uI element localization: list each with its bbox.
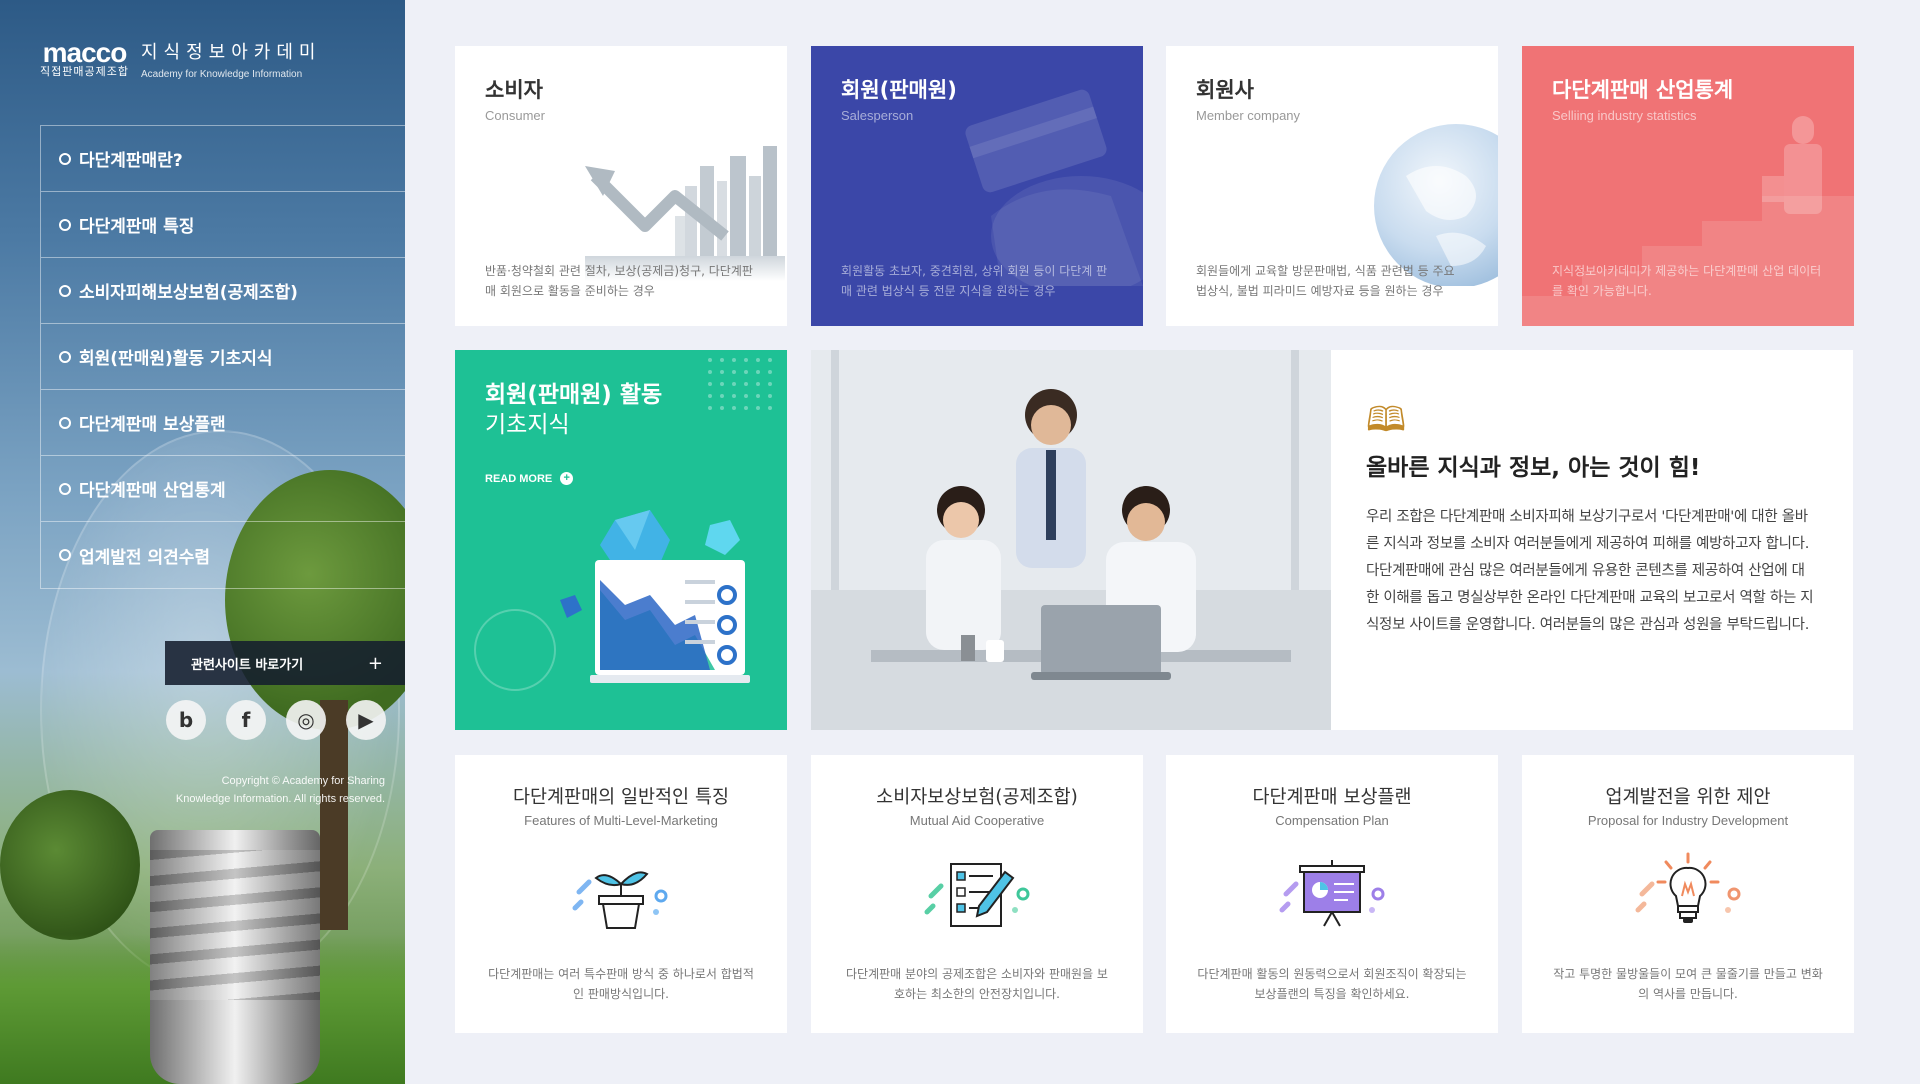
compensation-plan-card[interactable]: 다단계판매 보상플랜 Compensation Plan 다단계판매 활동의 원… <box>1166 755 1498 1033</box>
card-description: 다단계판매 활동의 원동력으로서 회원조직이 확장되는 보상플랜의 특징을 확인… <box>1197 967 1467 1001</box>
card-title: 회원사 <box>1196 78 1254 102</box>
circle-bullet-icon <box>59 482 71 495</box>
circle-bullet-icon <box>59 218 71 231</box>
card-subtitle: Features of Multi-Level-Marketing <box>524 813 718 828</box>
card-title: 소비자보상보험(공제조합) <box>876 787 1078 808</box>
nav-item-mlm-features[interactable]: 다단계판매 특징 <box>41 192 405 258</box>
intro-text-block: 🕮 올바른 지식과 정보, 아는 것이 힘! 우리 조합은 다단계판매 소비자피… <box>1366 402 1816 639</box>
site-logo[interactable]: macco 직접판매공제조합 지식정보아카데미 Academy for Know… <box>40 37 321 82</box>
card-title: 다단계판매의 일반적인 특징 <box>512 787 729 808</box>
copyright-line: Knowledge Information. All rights reserv… <box>175 793 385 805</box>
card-title: 소비자 <box>485 78 543 102</box>
office-team-photo <box>811 350 1331 730</box>
industry-proposal-card[interactable]: 업계발전을 위한 제안 Proposal for Industry Develo… <box>1522 755 1854 1033</box>
office-team-image <box>811 350 1331 730</box>
city-growth-arrow-icon <box>585 146 785 281</box>
card-description: 지식정보아카데미가 제공하는 다단계판매 산업 데이터를 확인 가능합니다. <box>1552 264 1822 298</box>
social-links: b f ◎ ▶ <box>166 700 386 740</box>
related-sites-label: 관련사이트 바로가기 <box>191 657 304 673</box>
facebook-icon[interactable]: f <box>226 700 266 740</box>
card-subtitle: Compensation Plan <box>1275 813 1389 828</box>
logo-word: macco <box>42 37 128 68</box>
intro-title: 올바른 지식과 정보, 아는 것이 힘! <box>1366 455 1701 481</box>
card-subtitle: Proposal for Industry Development <box>1587 813 1789 828</box>
logo-title: 지식정보아카데미 Academy for Knowledge Informati… <box>141 40 321 82</box>
intro-text: 우리 조합은 다단계판매 소비자피해 보상기구로서 '다단계판매'에 대한 올바… <box>1366 509 1814 633</box>
sidebar: macco 직접판매공제조합 지식정보아카데미 Academy for Know… <box>0 0 405 1084</box>
nav-item-member-basics[interactable]: 회원(판매원)활동 기초지식 <box>41 324 405 390</box>
instagram-icon[interactable]: ◎ <box>286 700 326 740</box>
main-nav: 다단계판매란? 다단계판매 특징 소비자피해보상보험(공제조합) 회원(판매원)… <box>40 125 405 589</box>
consumer-card[interactable]: 소비자 Consumer 반품·청약철회 관련 절차, 보상(공제금)청구, 다… <box>455 46 787 326</box>
nav-item-label: 다단계판매 산업통계 <box>79 481 226 501</box>
circle-bullet-icon <box>59 152 71 165</box>
nav-item-compensation-plan[interactable]: 다단계판매 보상플랜 <box>41 390 405 456</box>
presentation-board-icon <box>1279 860 1385 927</box>
lightbulb-icon <box>1635 852 1741 923</box>
member-company-card[interactable]: 회원사 Member company 회원들에게 교육할 방문판매법, 식품 관… <box>1166 46 1498 326</box>
card-description: 반품·청약철회 관련 절차, 보상(공제금)청구, 다단계판매 회원으로 활동을… <box>485 264 753 298</box>
plus-icon: + <box>367 652 383 674</box>
card-title: 업계발전을 위한 제안 <box>1605 787 1771 808</box>
nav-item-label: 회원(판매원)활동 기초지식 <box>79 349 273 369</box>
nav-item-label: 다단계판매란? <box>79 151 183 171</box>
circle-bullet-icon <box>59 350 71 363</box>
nav-item-label: 업계발전 의견수렴 <box>79 547 211 568</box>
nav-item-what-is-mlm[interactable]: 다단계판매란? <box>41 126 405 192</box>
mlm-features-card[interactable]: 다단계판매의 일반적인 특징 Features of Multi-Level-M… <box>455 755 787 1033</box>
logo-subtitle: 직접판매공제조합 <box>40 65 129 78</box>
logo-title-kr: 지식정보아카데미 <box>140 42 322 63</box>
nav-item-label: 다단계판매 보상플랜 <box>79 415 226 435</box>
card-subtitle: Mutual Aid Cooperative <box>909 813 1045 828</box>
copyright: Copyright © Academy for Sharing Knowledg… <box>105 772 385 808</box>
nav-item-industry-stats[interactable]: 다단계판매 산업통계 <box>41 456 405 522</box>
card-description: 다단계판매는 여러 특수판매 방식 중 하나로서 합법적인 판매방식입니다. <box>488 967 754 1001</box>
intro-section: 🕮 올바른 지식과 정보, 아는 것이 힘! 우리 조합은 다단계판매 소비자피… <box>811 350 1853 730</box>
member-basics-feature-card[interactable]: 회원(판매원) 활동 기초지식 READ MORE + <box>455 350 787 730</box>
salesperson-card[interactable]: 회원(판매원) Salesperson 회원활동 초보자, 중견회원, 상위 회… <box>811 46 1143 326</box>
related-sites-button[interactable]: 관련사이트 바로가기 + <box>165 641 405 685</box>
open-book-icon: 🕮 <box>1366 400 1407 440</box>
circle-bullet-icon <box>59 416 71 429</box>
nav-item-consumer-insurance[interactable]: 소비자피해보상보험(공제조합) <box>41 258 405 324</box>
industry-statistics-card[interactable]: 다단계판매 산업통계 Selliing industry statistics … <box>1522 46 1854 326</box>
circle-bullet-icon <box>59 284 71 297</box>
credit-card-hand-image <box>965 89 1143 286</box>
mutual-aid-card[interactable]: 소비자보상보험(공제조합) Mutual Aid Cooperative 다단계… <box>811 755 1143 1033</box>
card-description: 회원활동 초보자, 중견회원, 상위 회원 등이 다단계 판매 관련 법상식 등… <box>841 264 1108 298</box>
tree-image <box>0 790 140 940</box>
card-subtitle: Consumer <box>485 108 545 123</box>
plant-pot-icon <box>572 871 668 929</box>
circle-bullet-icon <box>59 549 71 561</box>
chart-illustration-icon <box>474 358 772 691</box>
copyright-line: Copyright © Academy for Sharing <box>221 775 385 787</box>
nav-item-industry-feedback[interactable]: 업계발전 의견수렴 <box>41 522 405 588</box>
youtube-icon[interactable]: ▶ <box>346 700 386 740</box>
nav-item-label: 소비자피해보상보험(공제조합) <box>79 283 298 303</box>
card-description: 작고 투명한 물방울들이 모여 큰 물줄기를 만들고 변화의 역사를 만듭니다. <box>1553 967 1823 1001</box>
bulb-socket-image <box>150 830 320 1084</box>
card-description: 다단계판매 분야의 공제조합은 소비자와 판매원을 보호하는 최소한의 안전장치… <box>846 967 1108 1001</box>
card-title: 다단계판매 보상플랜 <box>1252 787 1412 808</box>
logo-title-en: Academy for Knowledge Information <box>140 69 303 80</box>
card-description: 회원들에게 교육할 방문판매법, 식품 관련법 등 주요 법상식, 불법 피라미… <box>1196 264 1455 298</box>
blog-icon[interactable]: b <box>166 700 206 740</box>
card-title: 다단계판매 산업통계 <box>1552 78 1734 102</box>
checklist-pen-icon <box>924 863 1030 927</box>
logo-mark: macco 직접판매공제조합 <box>40 37 129 78</box>
nav-item-label: 다단계판매 특징 <box>79 217 195 237</box>
